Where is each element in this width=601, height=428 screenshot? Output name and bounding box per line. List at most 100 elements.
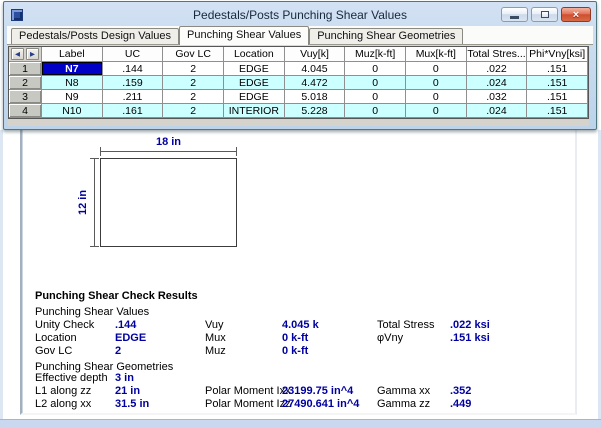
effective-depth-label: Effective depth — [35, 372, 108, 385]
l1-label: L1 along zz — [35, 385, 91, 398]
minimize-icon — [510, 16, 519, 19]
table-header-row: ◀ ▶ Label UC Gov LC Location Vuy[k] Muz[… — [9, 47, 588, 62]
cell-gov-lc[interactable]: 2 — [163, 104, 224, 118]
vuy-label: Vuy — [205, 319, 224, 332]
table-row: 4 N10 .161 2 INTERIOR 5.228 0 0 .024 .15… — [9, 104, 588, 118]
record-nav: ◀ ▶ — [9, 47, 42, 62]
cell-uc[interactable]: .159 — [103, 76, 164, 90]
values-heading: Punching Shear Values — [35, 306, 149, 319]
muz-value: 0 k-ft — [282, 345, 308, 358]
pedestal-rectangle — [100, 158, 237, 247]
cell-gov-lc[interactable]: 2 — [163, 76, 224, 90]
vuy-value: 4.045 k — [282, 319, 319, 332]
cell-location[interactable]: EDGE — [224, 76, 285, 90]
cell-total-stress[interactable]: .032 — [467, 90, 528, 104]
gov-lc-line: Gov LC 2 Muz 0 k-ft — [22, 345, 575, 358]
l2-line: L2 along xx 31.5 in Polar Moment Izz 274… — [22, 398, 575, 411]
cell-gov-lc[interactable]: 2 — [163, 62, 224, 76]
cell-total-stress[interactable]: .024 — [467, 76, 528, 90]
table-row: 1 N7 .144 2 EDGE 4.045 0 0 .022 .151 — [9, 62, 588, 76]
minimize-button[interactable] — [501, 7, 528, 22]
column-header-gov-lc: Gov LC — [163, 47, 224, 62]
unity-check-line: Unity Check .144 Vuy 4.045 k Total Stres… — [22, 319, 575, 332]
l2-value: 31.5 in — [115, 398, 149, 411]
muz-label: Muz — [205, 345, 226, 358]
restore-button[interactable] — [531, 7, 558, 22]
cell-label[interactable]: N9 — [42, 90, 103, 104]
row-number[interactable]: 2 — [9, 76, 42, 90]
cell-muz[interactable]: 0 — [345, 104, 406, 118]
table-row: 2 N8 .159 2 EDGE 4.472 0 0 .024 .151 — [9, 76, 588, 90]
cell-muz[interactable]: 0 — [345, 62, 406, 76]
dimension-tick — [90, 158, 99, 159]
tab-design-values[interactable]: Pedestals/Posts Design Values — [11, 28, 179, 44]
cell-total-stress[interactable]: .024 — [467, 104, 528, 118]
cell-mux[interactable]: 0 — [406, 104, 467, 118]
cell-total-stress[interactable]: .022 — [467, 62, 528, 76]
values-heading-line: Punching Shear Values — [22, 306, 575, 319]
column-header-total-stress: Total Stres... — [467, 47, 528, 62]
cell-label-selected[interactable]: N7 — [42, 62, 103, 76]
cell-phi-vny[interactable]: .151 — [527, 62, 588, 76]
cell-vuy[interactable]: 5.018 — [285, 90, 346, 104]
cell-gov-lc[interactable]: 2 — [163, 90, 224, 104]
l1-line: L1 along zz 21 in Polar Moment Ixx 23199… — [22, 385, 575, 398]
cell-vuy[interactable]: 5.228 — [285, 104, 346, 118]
row-number[interactable]: 4 — [9, 104, 42, 118]
cell-mux[interactable]: 0 — [406, 76, 467, 90]
column-header-muz: Muz[k-ft] — [345, 47, 406, 62]
cell-vuy[interactable]: 4.045 — [285, 62, 346, 76]
cell-muz[interactable]: 0 — [345, 76, 406, 90]
location-line: Location EDGE Mux 0 k-ft φVny .151 ksi — [22, 332, 575, 345]
dimension-tick — [236, 147, 237, 156]
cell-muz[interactable]: 0 — [345, 90, 406, 104]
tab-punching-shear-geometries[interactable]: Punching Shear Geometries — [309, 28, 463, 44]
l2-label: L2 along xx — [35, 398, 91, 411]
polar-izz-value: 27490.641 in^4 — [282, 398, 359, 411]
column-header-location: Location — [224, 47, 285, 62]
width-dimension-line — [100, 151, 237, 152]
cell-uc[interactable]: .211 — [103, 90, 164, 104]
cell-mux[interactable]: 0 — [406, 62, 467, 76]
tab-punching-shear-values[interactable]: Punching Shear Values — [179, 26, 309, 45]
total-stress-value: .022 ksi — [450, 319, 490, 332]
phi-vny-label: φVny — [377, 332, 403, 345]
cell-label[interactable]: N8 — [42, 76, 103, 90]
dimension-tick — [90, 246, 99, 247]
l1-value: 21 in — [115, 385, 140, 398]
cell-phi-vny[interactable]: .151 — [527, 90, 588, 104]
height-dimension-line — [94, 158, 95, 247]
row-number[interactable]: 1 — [9, 62, 42, 76]
cell-phi-vny[interactable]: .151 — [527, 104, 588, 118]
column-header-phi-vny: Phi*Vny[ksi] — [527, 47, 588, 62]
close-button[interactable]: × — [561, 7, 591, 22]
gov-lc-label: Gov LC — [35, 345, 72, 358]
cell-vuy[interactable]: 4.472 — [285, 76, 346, 90]
prev-record-button[interactable]: ◀ — [11, 48, 24, 60]
cell-uc[interactable]: .161 — [103, 104, 164, 118]
total-stress-label: Total Stress — [377, 319, 434, 332]
cell-phi-vny[interactable]: .151 — [527, 76, 588, 90]
cell-mux[interactable]: 0 — [406, 90, 467, 104]
column-header-mux: Mux[k-ft] — [406, 47, 467, 62]
cell-location[interactable]: EDGE — [224, 90, 285, 104]
column-header-label: Label — [42, 47, 103, 62]
phi-vny-value: .151 ksi — [450, 332, 490, 345]
next-record-button[interactable]: ▶ — [26, 48, 39, 60]
cell-uc[interactable]: .144 — [103, 62, 164, 76]
table-row: 3 N9 .211 2 EDGE 5.018 0 0 .032 .151 — [9, 90, 588, 104]
application-screen: 18 in 12 in Punching Shear Check Results… — [0, 0, 601, 428]
main-window-left-frame — [0, 130, 3, 428]
row-number[interactable]: 3 — [9, 90, 42, 104]
cell-location[interactable]: INTERIOR — [224, 104, 285, 118]
unity-check-value: .144 — [115, 319, 136, 332]
cell-location[interactable]: EDGE — [224, 62, 285, 76]
dialog-client-area — [8, 119, 589, 126]
results-title: Punching Shear Check Results — [35, 290, 198, 303]
dialog-titlebar[interactable]: Pedestals/Posts Punching Shear Values × — [7, 4, 593, 26]
detail-report-panel: 18 in 12 in Punching Shear Check Results… — [20, 127, 577, 415]
cell-label[interactable]: N10 — [42, 104, 103, 118]
unity-check-label: Unity Check — [35, 319, 94, 332]
tab-strip: Pedestals/Posts Design Values Punching S… — [7, 26, 593, 45]
effective-depth-value: 3 in — [115, 372, 134, 385]
